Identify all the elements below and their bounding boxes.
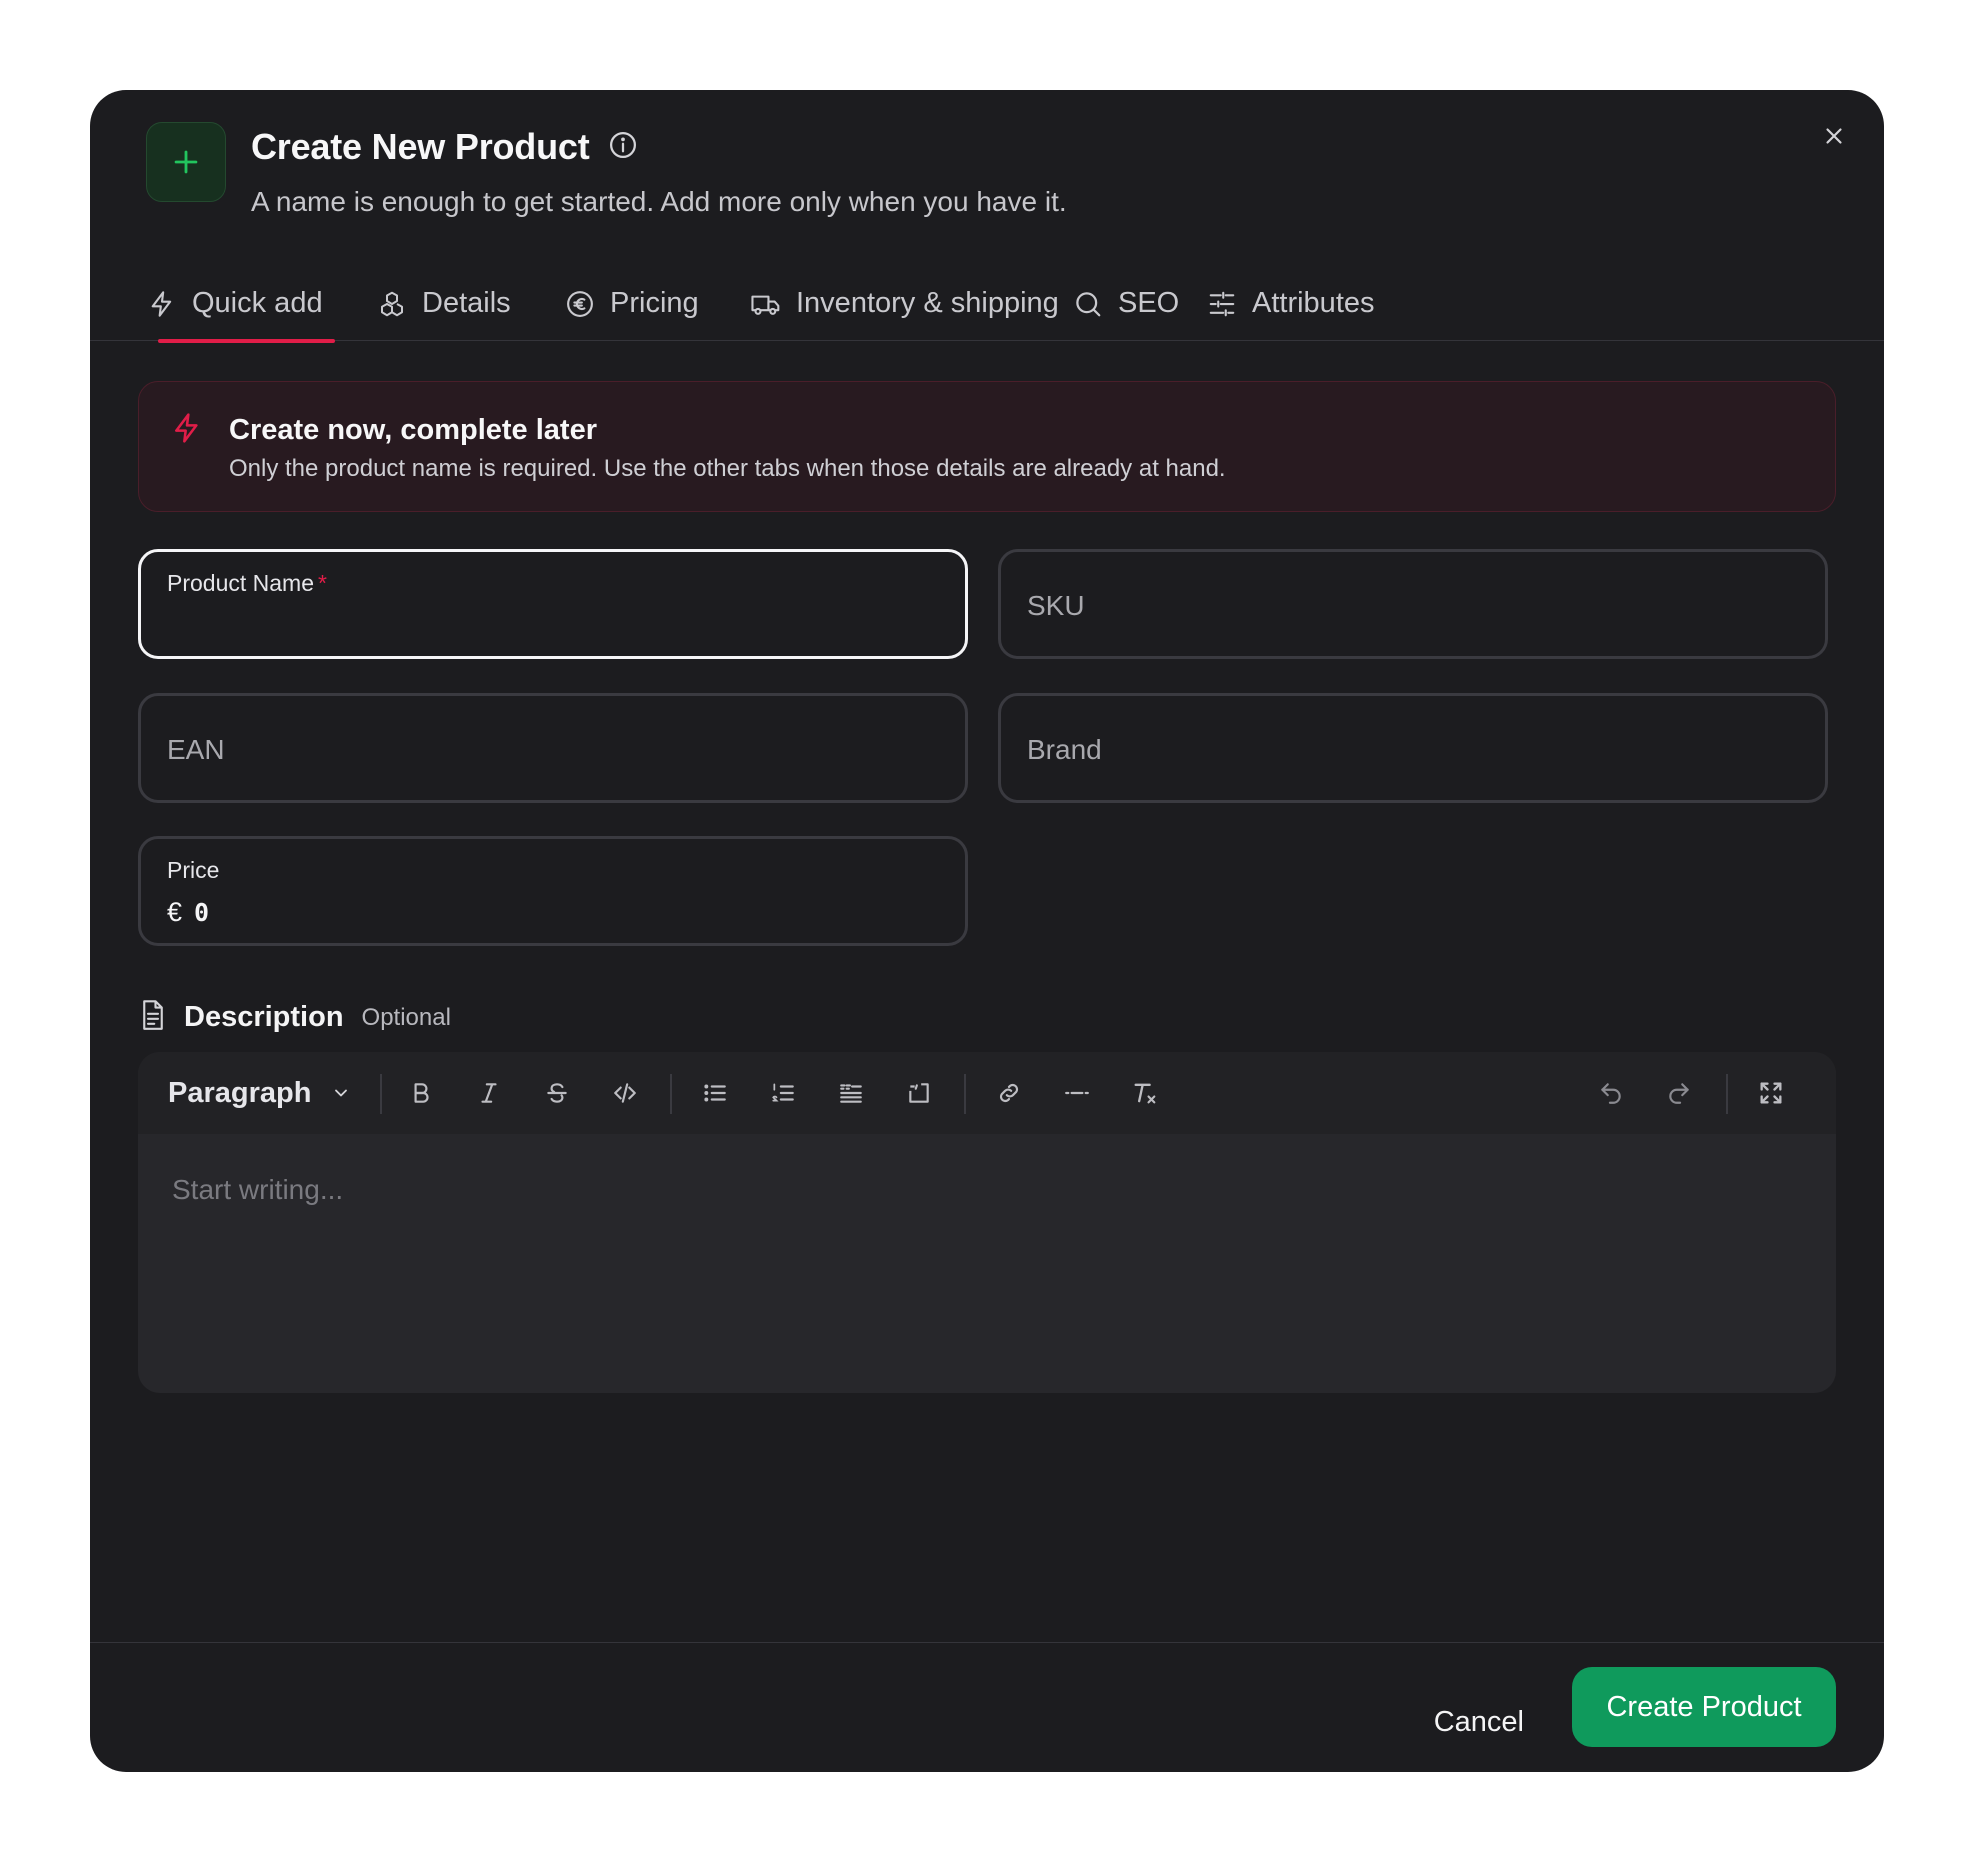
horizontal-rule-icon — [1065, 1091, 1089, 1095]
lightning-icon — [171, 410, 203, 451]
tab-pricing[interactable]: Pricing — [564, 266, 699, 341]
dialog-header: Create New Product A name is enough to g… — [90, 90, 1884, 250]
tab-attributes[interactable]: Attributes — [1206, 266, 1375, 341]
sliders-icon — [1206, 288, 1238, 320]
italic-button[interactable] — [468, 1072, 510, 1114]
info-alert: Create now, complete later Only the prod… — [138, 381, 1836, 512]
tab-label: SEO — [1118, 287, 1180, 319]
price-label: Price — [167, 857, 220, 883]
blockquote-button[interactable] — [830, 1072, 872, 1114]
alert-text: Only the product name is required. Use t… — [229, 455, 1226, 482]
description-header: Description Optional — [138, 998, 451, 1037]
fullscreen-icon — [1760, 1082, 1782, 1104]
price-value: 0 — [194, 898, 210, 927]
toolbar-divider — [964, 1074, 966, 1114]
tab-seo[interactable]: SEO — [1072, 266, 1179, 341]
block-type-select[interactable]: Paragraph — [168, 1072, 351, 1114]
editor-placeholder: Start writing... — [172, 1174, 344, 1205]
blockquote-icon — [840, 1084, 862, 1103]
lightning-icon — [146, 288, 178, 320]
search-icon — [1072, 288, 1104, 320]
product-name-label: Product Name * — [167, 570, 327, 597]
create-product-dialog: Create New Product A name is enough to g… — [90, 90, 1884, 1772]
dialog-subtitle: A name is enough to get started. Add mor… — [251, 186, 1067, 217]
description-title: Description — [184, 1001, 344, 1033]
title-row: Create New Product — [251, 126, 638, 168]
block-type-value: Paragraph — [168, 1076, 312, 1109]
product-name-label-text: Product Name — [167, 570, 315, 596]
bullet-list-icon — [704, 1084, 726, 1102]
fullscreen-button[interactable] — [1750, 1072, 1792, 1114]
tab-label: Pricing — [610, 287, 699, 319]
horizontal-rule-button[interactable] — [1056, 1072, 1098, 1114]
required-mark: * — [318, 570, 327, 596]
info-icon[interactable] — [608, 130, 638, 165]
code-block-button[interactable] — [898, 1072, 940, 1114]
editor-content-area[interactable]: Start writing... — [138, 1134, 1836, 1393]
product-name-field[interactable]: Product Name * — [138, 549, 968, 659]
document-icon — [138, 998, 168, 1037]
link-icon — [999, 1083, 1019, 1103]
brand-placeholder: Brand — [1027, 734, 1102, 765]
tab-bar: Quick add Details Pricing Inventory & sh… — [90, 266, 1884, 343]
euro-circle-icon — [564, 288, 596, 320]
tab-label: Inventory & shipping — [796, 287, 1059, 319]
ordered-list-button[interactable] — [762, 1072, 804, 1114]
cancel-button[interactable]: Cancel — [1414, 1683, 1544, 1761]
tab-details[interactable]: Details — [376, 266, 511, 341]
tab-label: Attributes — [1252, 287, 1375, 319]
code-block-icon — [909, 1083, 929, 1103]
editor-toolbar: Paragraph — [138, 1052, 1836, 1134]
price-value-row: € 0 — [167, 897, 209, 928]
tab-label: Quick add — [192, 287, 323, 319]
tab-inventory-shipping[interactable]: Inventory & shipping — [750, 266, 1059, 341]
strikethrough-icon — [547, 1083, 567, 1103]
rich-text-editor: Paragraph Start writing... — [138, 1052, 1836, 1393]
ean-placeholder: EAN — [167, 734, 225, 765]
redo-icon — [1669, 1083, 1689, 1104]
tab-label: Details — [422, 287, 511, 319]
code-button[interactable] — [604, 1072, 646, 1114]
strikethrough-button[interactable] — [536, 1072, 578, 1114]
toolbar-divider — [1726, 1074, 1728, 1114]
dialog-title: Create New Product — [251, 126, 590, 167]
optional-tag: Optional — [361, 1003, 451, 1031]
clear-format-icon — [1134, 1083, 1156, 1104]
bullet-list-button[interactable] — [694, 1072, 736, 1114]
chevron-down-icon — [335, 1089, 348, 1097]
ean-field[interactable]: EAN — [138, 693, 968, 803]
tab-quick-add[interactable]: Quick add — [146, 266, 335, 343]
bold-icon — [414, 1083, 429, 1103]
undo-button[interactable] — [1590, 1072, 1632, 1114]
close-icon — [1826, 128, 1842, 144]
bold-button[interactable] — [400, 1072, 442, 1114]
price-field[interactable]: Price € 0 — [138, 836, 968, 946]
sku-field[interactable]: SKU — [998, 549, 1828, 659]
create-product-button[interactable]: Create Product — [1572, 1667, 1836, 1747]
toolbar-divider — [380, 1074, 382, 1114]
toolbar-divider — [670, 1074, 672, 1114]
close-button[interactable] — [1814, 116, 1854, 156]
boxes-icon — [376, 288, 408, 320]
brand-field[interactable]: Brand — [998, 693, 1828, 803]
undo-icon — [1601, 1083, 1621, 1104]
link-button[interactable] — [988, 1072, 1030, 1114]
currency-symbol: € — [167, 897, 183, 927]
sku-placeholder: SKU — [1027, 590, 1085, 621]
truck-icon — [750, 288, 782, 320]
ordered-list-icon — [772, 1083, 794, 1102]
alert-title: Create now, complete later — [229, 414, 597, 446]
clear-format-button[interactable] — [1124, 1072, 1166, 1114]
plus-icon — [146, 122, 226, 202]
italic-icon — [481, 1083, 497, 1103]
code-icon — [614, 1083, 636, 1103]
dialog-footer: Cancel Create Product — [90, 1642, 1884, 1772]
redo-button[interactable] — [1658, 1072, 1700, 1114]
